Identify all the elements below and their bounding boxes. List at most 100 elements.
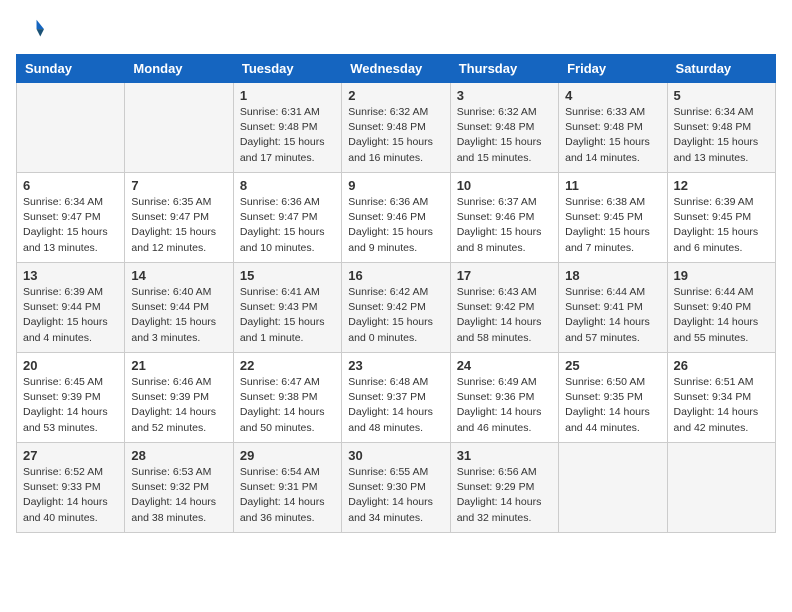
logo	[16, 16, 48, 44]
day-number: 31	[457, 448, 552, 463]
weekday-header-thursday: Thursday	[450, 55, 558, 83]
calendar-table: SundayMondayTuesdayWednesdayThursdayFrid…	[16, 54, 776, 533]
day-info: Sunrise: 6:40 AM Sunset: 9:44 PM Dayligh…	[131, 285, 226, 346]
day-info: Sunrise: 6:37 AM Sunset: 9:46 PM Dayligh…	[457, 195, 552, 256]
calendar-day-cell: 26 Sunrise: 6:51 AM Sunset: 9:34 PM Dayli…	[667, 353, 775, 443]
day-number: 13	[23, 268, 118, 283]
day-info: Sunrise: 6:41 AM Sunset: 9:43 PM Dayligh…	[240, 285, 335, 346]
calendar-day-cell: 18Sunrise: 6:44 AM Sunset: 9:41 PM Dayli…	[559, 263, 667, 353]
day-info: Sunrise: 6:44 AM Sunset: 9:40 PM Dayligh…	[674, 285, 769, 346]
calendar-day-cell: 10 Sunrise: 6:37 AM Sunset: 9:46 PM Dayli…	[450, 173, 558, 263]
day-info: Sunrise: 6:35 AM Sunset: 9:47 PM Dayligh…	[131, 195, 226, 256]
day-number: 16	[348, 268, 443, 283]
weekday-header-saturday: Saturday	[667, 55, 775, 83]
day-number: 15	[240, 268, 335, 283]
weekday-header-monday: Monday	[125, 55, 233, 83]
weekday-header-friday: Friday	[559, 55, 667, 83]
day-number: 19	[674, 268, 769, 283]
calendar-day-cell: 2 Sunrise: 6:32 AM Sunset: 9:48 PM Daylig…	[342, 83, 450, 173]
day-number: 27	[23, 448, 118, 463]
day-info: Sunrise: 6:43 AM Sunset: 9:42 PM Dayligh…	[457, 285, 552, 346]
day-info: Sunrise: 6:45 AM Sunset: 9:39 PM Dayligh…	[23, 375, 118, 436]
calendar-day-cell: 16 Sunrise: 6:42 AM Sunset: 9:42 PM Dayli…	[342, 263, 450, 353]
logo-icon	[16, 16, 44, 44]
day-info: Sunrise: 6:32 AM Sunset: 9:48 PM Dayligh…	[348, 105, 443, 166]
day-info: Sunrise: 6:47 AM Sunset: 9:38 PM Dayligh…	[240, 375, 335, 436]
day-info: Sunrise: 6:46 AM Sunset: 9:39 PM Dayligh…	[131, 375, 226, 436]
calendar-day-cell: 22 Sunrise: 6:47 AM Sunset: 9:38 PM Dayli…	[233, 353, 341, 443]
calendar-day-cell: 27 Sunrise: 6:52 AM Sunset: 9:33 PM Dayli…	[17, 443, 125, 533]
day-info: Sunrise: 6:56 AM Sunset: 9:29 PM Dayligh…	[457, 465, 552, 526]
calendar-day-cell: 8 Sunrise: 6:36 AM Sunset: 9:47 PM Daylig…	[233, 173, 341, 263]
calendar-week-row: 20 Sunrise: 6:45 AM Sunset: 9:39 PM Dayli…	[17, 353, 776, 443]
calendar-day-cell: 29 Sunrise: 6:54 AM Sunset: 9:31 PM Dayli…	[233, 443, 341, 533]
calendar-day-cell: 1Sunrise: 6:31 AM Sunset: 9:48 PM Daylig…	[233, 83, 341, 173]
day-number: 25	[565, 358, 660, 373]
day-info: Sunrise: 6:32 AM Sunset: 9:48 PM Dayligh…	[457, 105, 552, 166]
calendar-day-cell	[17, 83, 125, 173]
day-number: 5	[674, 88, 769, 103]
day-number: 11	[565, 178, 660, 193]
calendar-day-cell: 4 Sunrise: 6:33 AM Sunset: 9:48 PM Daylig…	[559, 83, 667, 173]
calendar-day-cell	[667, 443, 775, 533]
day-number: 6	[23, 178, 118, 193]
day-number: 26	[674, 358, 769, 373]
day-info: Sunrise: 6:34 AM Sunset: 9:48 PM Dayligh…	[674, 105, 769, 166]
day-number: 30	[348, 448, 443, 463]
day-info: Sunrise: 6:42 AM Sunset: 9:42 PM Dayligh…	[348, 285, 443, 346]
day-info: Sunrise: 6:38 AM Sunset: 9:45 PM Dayligh…	[565, 195, 660, 256]
day-number: 20	[23, 358, 118, 373]
day-number: 18	[565, 268, 660, 283]
day-info: Sunrise: 6:54 AM Sunset: 9:31 PM Dayligh…	[240, 465, 335, 526]
calendar-day-cell: 30Sunrise: 6:55 AM Sunset: 9:30 PM Dayli…	[342, 443, 450, 533]
weekday-header-wednesday: Wednesday	[342, 55, 450, 83]
calendar-day-cell	[125, 83, 233, 173]
day-info: Sunrise: 6:39 AM Sunset: 9:45 PM Dayligh…	[674, 195, 769, 256]
calendar-day-cell: 9 Sunrise: 6:36 AM Sunset: 9:46 PM Daylig…	[342, 173, 450, 263]
day-info: Sunrise: 6:52 AM Sunset: 9:33 PM Dayligh…	[23, 465, 118, 526]
calendar-day-cell: 3 Sunrise: 6:32 AM Sunset: 9:48 PM Daylig…	[450, 83, 558, 173]
calendar-week-row: 1Sunrise: 6:31 AM Sunset: 9:48 PM Daylig…	[17, 83, 776, 173]
day-number: 29	[240, 448, 335, 463]
calendar-day-cell: 19 Sunrise: 6:44 AM Sunset: 9:40 PM Dayli…	[667, 263, 775, 353]
day-info: Sunrise: 6:53 AM Sunset: 9:32 PM Dayligh…	[131, 465, 226, 526]
calendar-week-row: 27 Sunrise: 6:52 AM Sunset: 9:33 PM Dayli…	[17, 443, 776, 533]
day-info: Sunrise: 6:36 AM Sunset: 9:46 PM Dayligh…	[348, 195, 443, 256]
weekday-header-tuesday: Tuesday	[233, 55, 341, 83]
calendar-day-cell	[559, 443, 667, 533]
day-number: 21	[131, 358, 226, 373]
calendar-day-cell: 6 Sunrise: 6:34 AM Sunset: 9:47 PM Daylig…	[17, 173, 125, 263]
calendar-day-cell: 24Sunrise: 6:49 AM Sunset: 9:36 PM Dayli…	[450, 353, 558, 443]
calendar-day-cell: 31 Sunrise: 6:56 AM Sunset: 9:29 PM Dayli…	[450, 443, 558, 533]
day-number: 10	[457, 178, 552, 193]
calendar-day-cell: 23Sunrise: 6:48 AM Sunset: 9:37 PM Dayli…	[342, 353, 450, 443]
day-info: Sunrise: 6:50 AM Sunset: 9:35 PM Dayligh…	[565, 375, 660, 436]
day-number: 14	[131, 268, 226, 283]
calendar-day-cell: 13 Sunrise: 6:39 AM Sunset: 9:44 PM Dayli…	[17, 263, 125, 353]
day-number: 2	[348, 88, 443, 103]
day-number: 22	[240, 358, 335, 373]
day-number: 9	[348, 178, 443, 193]
calendar-day-cell: 25 Sunrise: 6:50 AM Sunset: 9:35 PM Dayli…	[559, 353, 667, 443]
calendar-week-row: 6 Sunrise: 6:34 AM Sunset: 9:47 PM Daylig…	[17, 173, 776, 263]
page-header	[16, 16, 776, 44]
day-number: 3	[457, 88, 552, 103]
calendar-day-cell: 20 Sunrise: 6:45 AM Sunset: 9:39 PM Dayli…	[17, 353, 125, 443]
day-info: Sunrise: 6:51 AM Sunset: 9:34 PM Dayligh…	[674, 375, 769, 436]
day-number: 8	[240, 178, 335, 193]
day-info: Sunrise: 6:31 AM Sunset: 9:48 PM Dayligh…	[240, 105, 335, 166]
calendar-day-cell: 12Sunrise: 6:39 AM Sunset: 9:45 PM Dayli…	[667, 173, 775, 263]
day-number: 24	[457, 358, 552, 373]
calendar-day-cell: 14 Sunrise: 6:40 AM Sunset: 9:44 PM Dayli…	[125, 263, 233, 353]
day-info: Sunrise: 6:39 AM Sunset: 9:44 PM Dayligh…	[23, 285, 118, 346]
day-number: 4	[565, 88, 660, 103]
calendar-day-cell: 5 Sunrise: 6:34 AM Sunset: 9:48 PM Daylig…	[667, 83, 775, 173]
calendar-week-row: 13 Sunrise: 6:39 AM Sunset: 9:44 PM Dayli…	[17, 263, 776, 353]
calendar-day-cell: 11 Sunrise: 6:38 AM Sunset: 9:45 PM Dayli…	[559, 173, 667, 263]
day-info: Sunrise: 6:34 AM Sunset: 9:47 PM Dayligh…	[23, 195, 118, 256]
day-info: Sunrise: 6:36 AM Sunset: 9:47 PM Dayligh…	[240, 195, 335, 256]
calendar-day-cell: 28Sunrise: 6:53 AM Sunset: 9:32 PM Dayli…	[125, 443, 233, 533]
weekday-header-row: SundayMondayTuesdayWednesdayThursdayFrid…	[17, 55, 776, 83]
day-info: Sunrise: 6:33 AM Sunset: 9:48 PM Dayligh…	[565, 105, 660, 166]
day-number: 23	[348, 358, 443, 373]
